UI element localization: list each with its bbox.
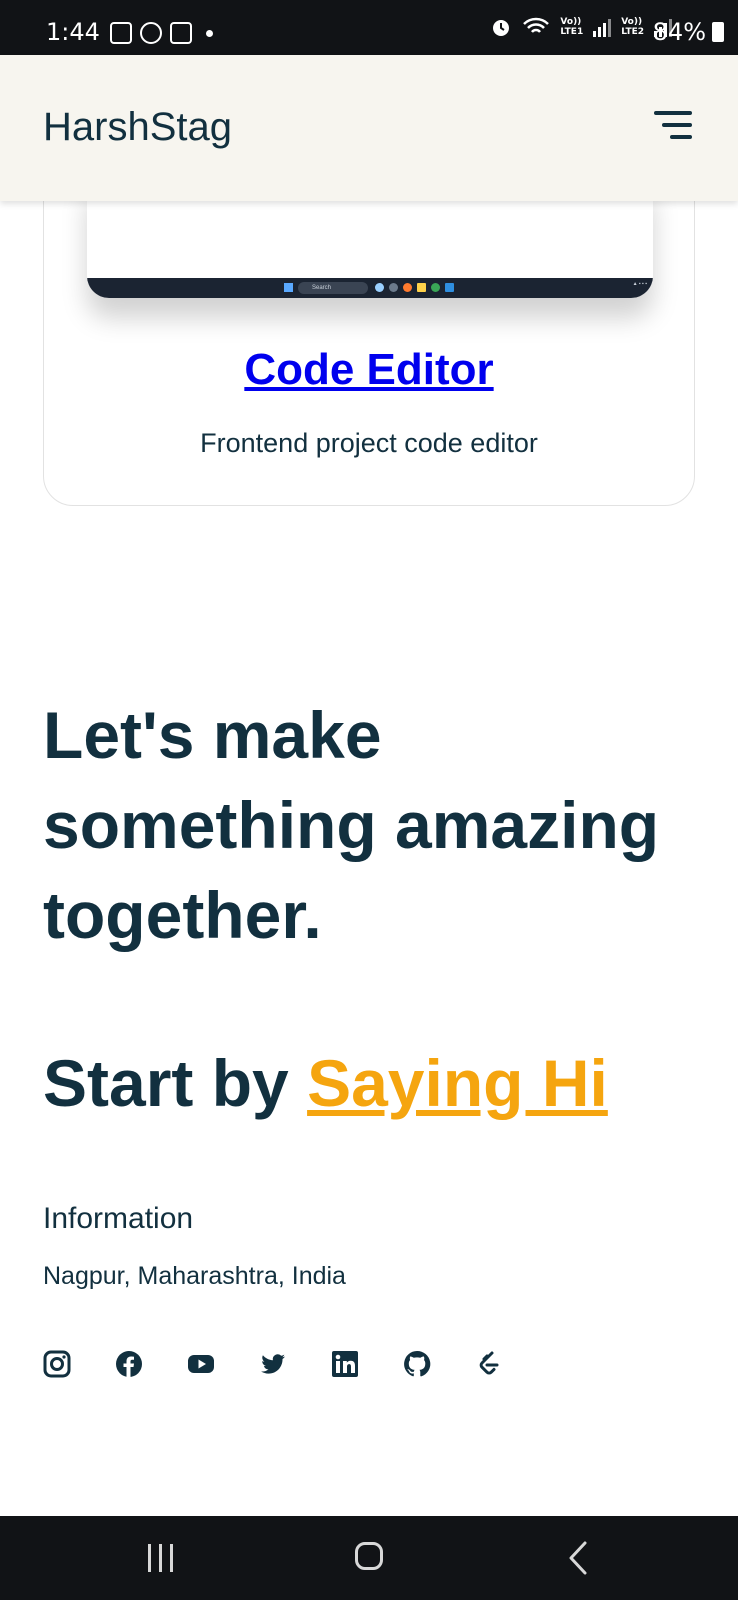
app-icon — [389, 283, 398, 292]
project-description: Frontend project code editor — [200, 428, 538, 458]
leetcode-icon[interactable] — [475, 1350, 503, 1378]
vscode-icon — [445, 283, 454, 292]
youtube-icon[interactable] — [187, 1350, 215, 1378]
notification-icons — [110, 22, 213, 44]
info-title: Information — [43, 1202, 194, 1235]
status-bar: 1:44 Vo)) LTE1 Vo)) LTE2 84% — [0, 0, 738, 55]
menu-button[interactable] — [652, 111, 692, 141]
instagram-icon[interactable] — [43, 1350, 71, 1378]
calculator-icon — [170, 22, 192, 44]
info-location: Nagpur, Maharashtra, India — [43, 1262, 346, 1290]
battery-percent: 84% — [652, 18, 706, 46]
system-nav-bar — [0, 1516, 738, 1600]
screenshot-taskbar: Search ▲ ▪ ▪ ▪ — [87, 278, 653, 298]
project-title-link[interactable]: Code Editor — [0, 345, 738, 395]
twitter-icon[interactable] — [259, 1350, 287, 1378]
windows-icon — [284, 283, 293, 292]
site-header: HarshStag — [0, 55, 738, 201]
chrome-icon — [431, 283, 440, 292]
taskbar-tray: ▲ ▪ ▪ ▪ — [632, 281, 647, 287]
menu-icon — [654, 111, 692, 115]
home-button[interactable] — [355, 1542, 383, 1570]
brand-logo[interactable]: HarshStag — [43, 105, 232, 150]
wifi-icon — [523, 17, 550, 33]
firefox-icon — [403, 283, 412, 292]
signal-icon — [593, 17, 612, 37]
sim1-label: Vo)) LTE1 — [560, 17, 584, 37]
facebook-icon[interactable] — [115, 1350, 143, 1378]
social-links — [43, 1350, 503, 1378]
linkedin-icon[interactable] — [331, 1350, 359, 1378]
cta-sub-prefix: Start by — [43, 1046, 308, 1120]
cta-subheading: Start by Saying Hi — [43, 1045, 608, 1121]
sim2-label: Vo)) LTE2 — [621, 17, 644, 37]
gallery-icon — [110, 22, 132, 44]
system-icons: Vo)) LTE1 Vo)) LTE2 — [490, 16, 672, 38]
status-time: 1:44 — [46, 18, 100, 46]
github-icon[interactable] — [403, 1350, 431, 1378]
app-icon — [375, 283, 384, 292]
more-notifications-icon — [206, 29, 213, 37]
back-button[interactable] — [567, 1540, 589, 1576]
battery-icon — [712, 22, 724, 42]
saying-hi-link[interactable]: Saying Hi — [307, 1046, 608, 1120]
alarm-icon — [493, 20, 510, 36]
whatsapp-icon — [140, 22, 162, 44]
recent-apps-button[interactable] — [148, 1544, 178, 1572]
cta-heading: Let's make something amazing together. — [43, 698, 660, 952]
folder-icon — [417, 283, 426, 292]
taskbar-search: Search — [298, 282, 368, 294]
